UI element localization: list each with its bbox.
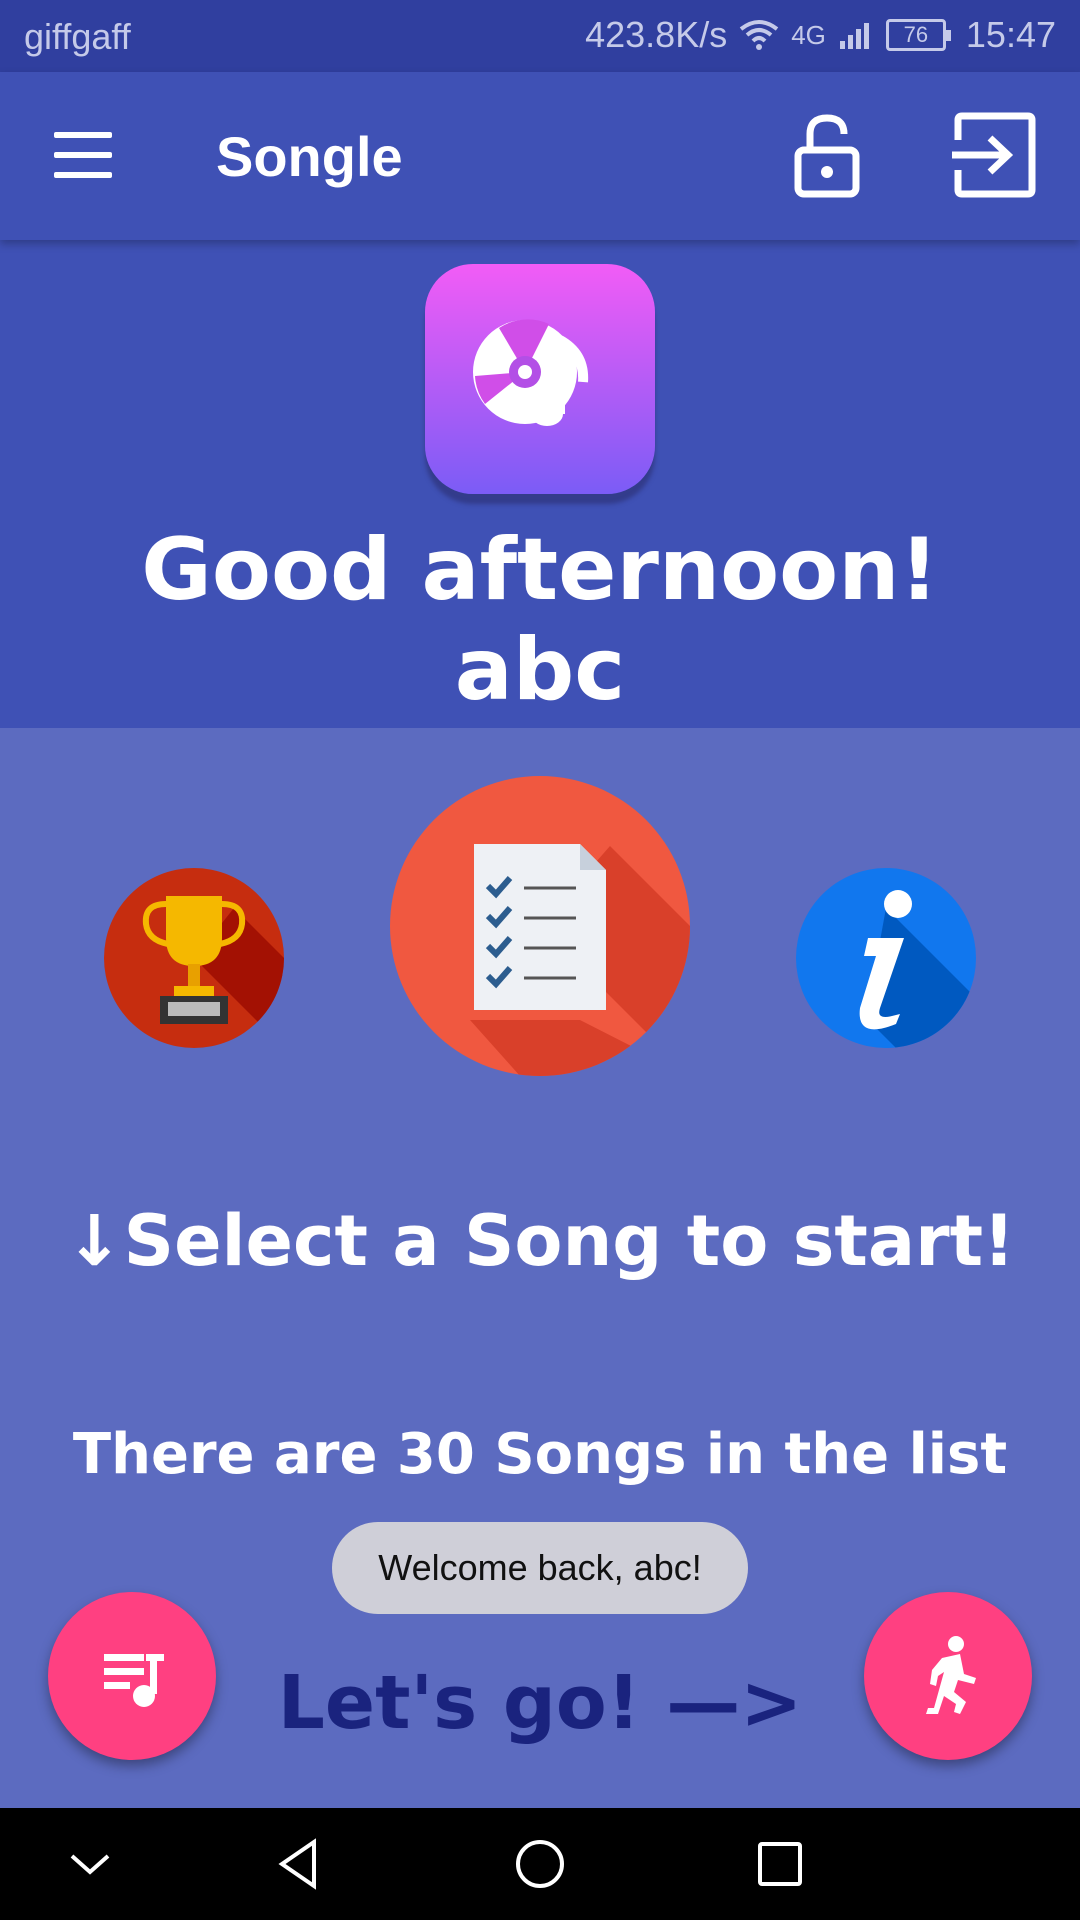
network-type: 4G xyxy=(791,19,826,50)
recents-icon[interactable] xyxy=(750,1834,810,1894)
exit-icon[interactable] xyxy=(950,110,1040,200)
start-game-fab[interactable] xyxy=(864,1592,1032,1760)
signal-icon xyxy=(839,23,869,49)
chevron-down-icon[interactable] xyxy=(60,1834,120,1894)
greeting-text: Good afternoon! xyxy=(141,520,939,620)
info-icon xyxy=(859,890,976,1048)
battery-icon: 76 xyxy=(885,19,951,51)
checklist-document-icon xyxy=(470,844,690,1076)
welcome-toast: Welcome back, abc! xyxy=(332,1522,748,1614)
app-title: Songle xyxy=(216,125,403,188)
clock: 15:47 xyxy=(965,14,1056,55)
playlist-fab[interactable] xyxy=(48,1592,216,1760)
hero-section: Good afternoon! abc xyxy=(0,240,1080,728)
greeting: Good afternoon! abc xyxy=(0,520,1080,720)
trophy-icon xyxy=(142,896,284,1048)
leaderboard-button[interactable] xyxy=(104,868,284,1048)
wifi-icon xyxy=(739,20,779,50)
song-list-button[interactable] xyxy=(390,776,690,1076)
app-bar: Songle xyxy=(0,72,1080,240)
playlist-music-icon xyxy=(104,1654,164,1707)
lock-open-icon[interactable] xyxy=(782,110,872,200)
status-bar: giffgaff 423.8K/s 4G 76 15:47 xyxy=(0,0,1080,72)
select-song-prompt: ↓Select a Song to start! xyxy=(65,1200,1015,1282)
running-person-icon xyxy=(926,1636,976,1714)
status-right: 423.8K/s 4G 76 15:47 xyxy=(585,14,1056,56)
network-speed: 423.8K/s xyxy=(585,14,728,55)
carrier-label: giffgaff xyxy=(24,16,131,57)
back-icon[interactable] xyxy=(270,1834,330,1894)
home-icon[interactable] xyxy=(510,1834,570,1894)
song-count-text: There are 30 Songs in the list xyxy=(72,1422,1008,1487)
hamburger-menu-icon[interactable] xyxy=(54,132,114,180)
music-disc-icon xyxy=(473,319,589,426)
username: abc xyxy=(454,620,626,720)
system-nav-bar xyxy=(0,1808,1080,1920)
app-logo xyxy=(425,264,655,494)
info-button[interactable] xyxy=(796,868,976,1048)
